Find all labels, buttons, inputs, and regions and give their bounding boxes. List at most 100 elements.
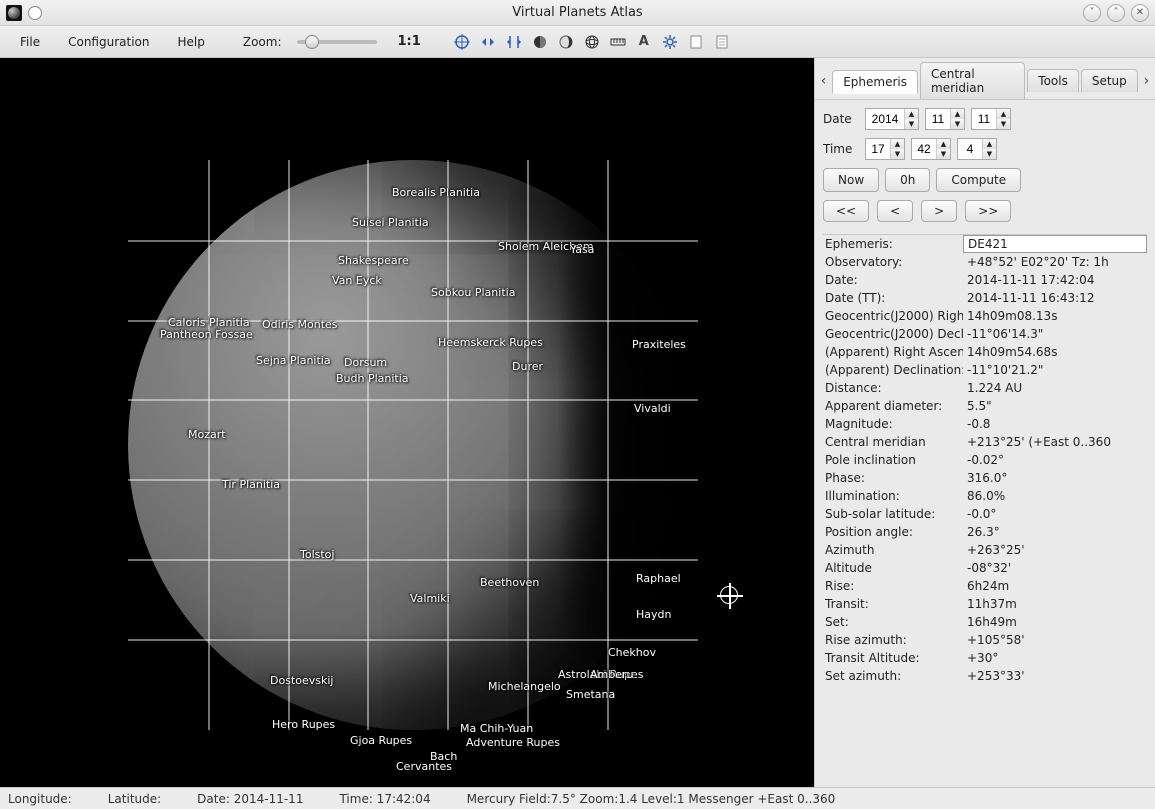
day-spinner[interactable]: ▲▼: [971, 108, 1011, 130]
minute-input[interactable]: [912, 139, 936, 159]
now-button[interactable]: Now: [823, 168, 879, 192]
feature-label[interactable]: Raphael: [636, 572, 681, 585]
feature-label[interactable]: Durer: [512, 360, 543, 373]
ephem-row: Transit Altitude:+30°: [823, 649, 1147, 667]
titlebar: Virtual Planets Atlas ˅ ˄ ✕: [0, 0, 1155, 26]
ephem-key: Illumination:: [823, 489, 963, 503]
feature-label[interactable]: Cervantes: [396, 760, 452, 773]
feature-label[interactable]: Hero Rupes: [272, 718, 335, 731]
step-forward-button[interactable]: >: [921, 200, 957, 222]
tab-scroll-right[interactable]: ›: [1140, 70, 1153, 92]
ephem-row: (Apparent) Declination:-11°10'21.2": [823, 361, 1147, 379]
day-input[interactable]: [972, 109, 996, 129]
minimize-button[interactable]: ˅: [1083, 4, 1101, 22]
grid-globe-icon[interactable]: [581, 31, 603, 53]
ephem-row: Phase:316.0°: [823, 469, 1147, 487]
planet-viewport[interactable]: Borealis PlanitiaSuisei PlanitiaSholem A…: [0, 58, 815, 787]
zoom-label: Zoom:: [237, 31, 288, 53]
label-a-icon[interactable]: A: [633, 31, 655, 53]
feature-label[interactable]: Gjoa Rupes: [350, 734, 412, 747]
pin-icon[interactable]: [28, 6, 42, 20]
zoom-1-1-button[interactable]: 1:1: [397, 34, 420, 49]
feature-label[interactable]: Vivaldi: [634, 402, 671, 415]
second-spinner[interactable]: ▲▼: [957, 138, 997, 160]
step-back-fast-button[interactable]: <<: [823, 200, 869, 222]
hour-input[interactable]: [866, 139, 890, 159]
ephem-row: Geocentric(J2000) Right14h09m08.13s: [823, 307, 1147, 325]
ephem-row: Distance:1.224 AU: [823, 379, 1147, 397]
feature-label[interactable]: Suisei Planitia: [352, 216, 429, 229]
globe-arrow-icon[interactable]: [529, 31, 551, 53]
left-right-arrows-icon[interactable]: [477, 31, 499, 53]
feature-label[interactable]: Ma Chih-Yuan: [460, 722, 533, 735]
crosshair-icon: [720, 586, 738, 604]
tab-tools[interactable]: Tools: [1027, 69, 1079, 92]
year-input[interactable]: [866, 109, 904, 129]
feature-label[interactable]: Odiris Montes: [262, 318, 338, 331]
feature-label[interactable]: Haydn: [636, 608, 671, 621]
step-back-button[interactable]: <: [877, 200, 913, 222]
feature-label[interactable]: Chekhov: [608, 646, 656, 659]
month-spinner[interactable]: ▲▼: [925, 108, 965, 130]
tab-setup[interactable]: Setup: [1081, 69, 1138, 92]
year-up[interactable]: ▲: [905, 109, 918, 119]
ephem-key: Set:: [823, 615, 963, 629]
feature-label[interactable]: Amberu: [590, 668, 633, 681]
year-spinner[interactable]: ▲▼: [865, 108, 919, 130]
gear-icon[interactable]: [659, 31, 681, 53]
ephem-row: Date (TT):2014-11-11 16:43:12: [823, 289, 1147, 307]
blank-page-icon[interactable]: [685, 31, 707, 53]
feature-label[interactable]: Shakespeare: [338, 254, 409, 267]
up-down-mirror-icon[interactable]: [503, 31, 525, 53]
target-icon[interactable]: [451, 31, 473, 53]
hour-spinner[interactable]: ▲▼: [865, 138, 905, 160]
year-down[interactable]: ▼: [905, 119, 918, 129]
close-button[interactable]: ✕: [1131, 4, 1149, 22]
feature-label[interactable]: Sejna Planitia: [256, 354, 331, 367]
ephem-value: 26.3°: [963, 525, 1147, 539]
maximize-button[interactable]: ˄: [1107, 4, 1125, 22]
status-longitude: Longitude:: [8, 792, 72, 806]
tab-ephemeris[interactable]: Ephemeris: [832, 70, 918, 94]
feature-label[interactable]: Yasa: [570, 243, 594, 256]
feature-label[interactable]: Smetana: [566, 688, 615, 701]
zoom-slider[interactable]: [297, 40, 377, 44]
step-forward-fast-button[interactable]: >>: [965, 200, 1011, 222]
month-input[interactable]: [926, 109, 950, 129]
tab-scroll-left[interactable]: ‹: [817, 70, 830, 92]
feature-label[interactable]: Van Eyck: [332, 274, 382, 287]
menu-file[interactable]: File: [8, 31, 52, 53]
feature-label[interactable]: Mozart: [188, 428, 226, 441]
feature-label[interactable]: Praxiteles: [632, 338, 686, 351]
feature-label[interactable]: Beethoven: [480, 576, 539, 589]
zero-h-button[interactable]: 0h: [885, 168, 930, 192]
feature-label[interactable]: Borealis Planitia: [392, 186, 480, 199]
feature-label[interactable]: Dorsum: [344, 356, 387, 369]
zoom-slider-knob[interactable]: [305, 35, 319, 49]
feature-label[interactable]: Budh Planitia: [336, 372, 409, 385]
feature-label[interactable]: Pantheon Fossae: [160, 328, 253, 341]
feature-label[interactable]: Heemskerck Rupes: [438, 336, 543, 349]
menu-help[interactable]: Help: [165, 31, 216, 53]
menu-configuration[interactable]: Configuration: [56, 31, 161, 53]
feature-label[interactable]: Tir Planitia: [222, 478, 280, 491]
tab-central-meridian[interactable]: Central meridian: [920, 62, 1025, 99]
ruler-icon[interactable]: [607, 31, 629, 53]
phase-icon[interactable]: [555, 31, 577, 53]
second-input[interactable]: [958, 139, 982, 159]
minute-spinner[interactable]: ▲▼: [911, 138, 951, 160]
feature-label[interactable]: Tolstoj: [300, 548, 334, 561]
feature-label[interactable]: Sobkou Planitia: [431, 286, 515, 299]
feature-label[interactable]: Dostoevskij: [270, 674, 333, 687]
ephem-row: Ephemeris:DE421: [823, 235, 1147, 253]
ephem-row: Apparent diameter:5.5": [823, 397, 1147, 415]
ephem-value: 316.0°: [963, 471, 1147, 485]
feature-label[interactable]: Adventure Rupes: [466, 736, 560, 749]
document-icon[interactable]: [711, 31, 733, 53]
tab-row: ‹ Ephemeris Central meridian Tools Setup…: [815, 58, 1155, 100]
ephem-value: 11h37m: [963, 597, 1147, 611]
feature-label[interactable]: Valmiki: [410, 592, 450, 605]
feature-label[interactable]: Michelangelo: [488, 680, 561, 693]
ephemeris-table: Ephemeris:DE421Observatory:+48°52' E02°2…: [823, 234, 1147, 685]
compute-button[interactable]: Compute: [936, 168, 1021, 192]
